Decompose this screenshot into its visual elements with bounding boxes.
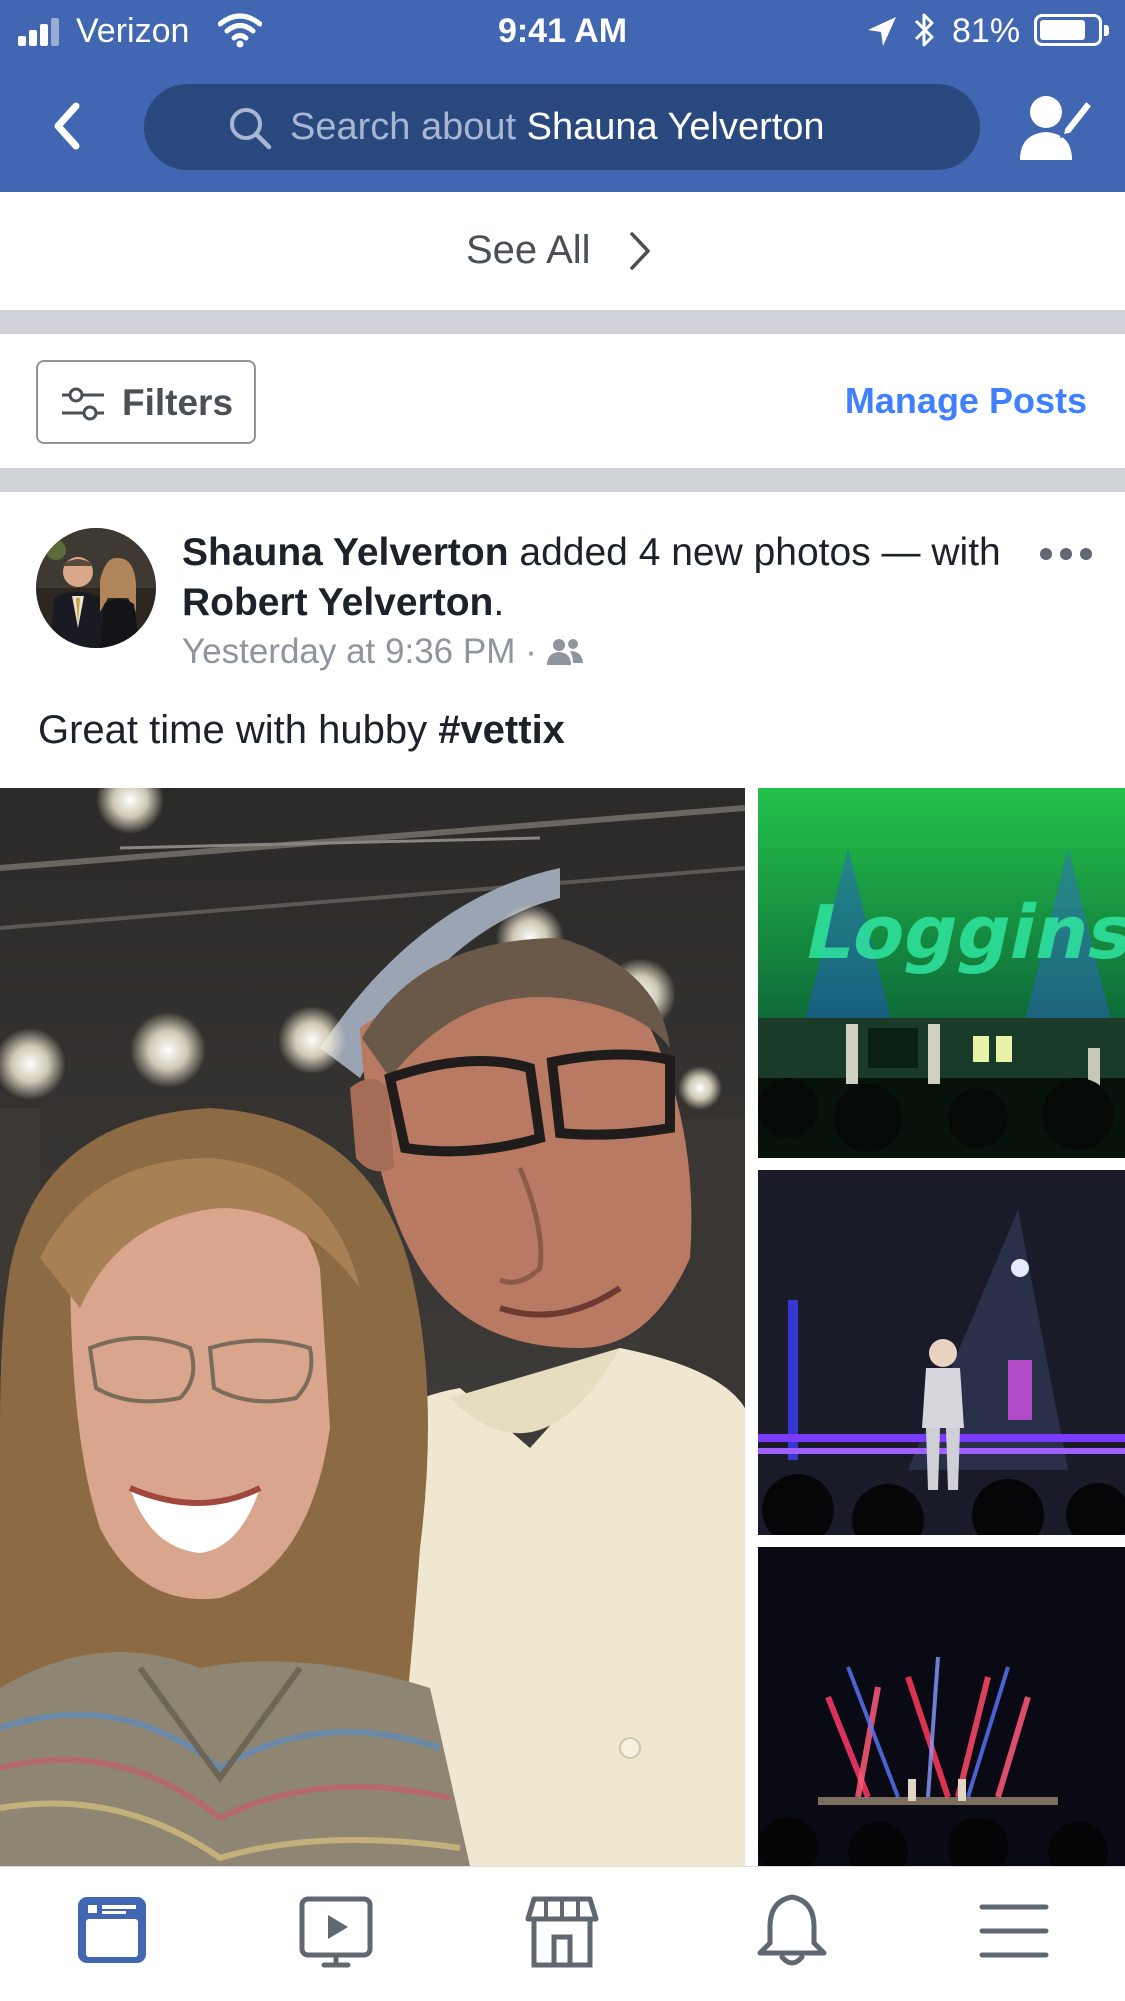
tagged-person[interactable]: Robert Yelverton xyxy=(182,581,493,624)
photo-concert-green-stage[interactable]: Loggins xyxy=(758,788,1125,1158)
edit-profile-icon[interactable] xyxy=(1016,88,1096,168)
filters-button[interactable]: Filters xyxy=(36,360,256,444)
top-header: Verizon 9:41 AM 81% Search about Shauna … xyxy=(0,0,1125,192)
meta-separator: · xyxy=(515,632,547,671)
filters-label: Filters xyxy=(122,382,234,423)
post-text-body: Great time with hubby xyxy=(38,708,439,752)
back-arrow-icon[interactable] xyxy=(44,96,92,156)
news-feed-icon[interactable] xyxy=(72,1891,152,1971)
section-divider xyxy=(0,310,1125,334)
search-profile-name: Shauna Yelverton xyxy=(526,106,825,148)
filters-row: Filters Manage Posts xyxy=(0,334,1125,468)
menu-icon[interactable] xyxy=(974,1891,1054,1971)
battery-icon xyxy=(1034,14,1109,46)
search-icon xyxy=(230,108,272,150)
facebook-profile-search-screen: Verizon 9:41 AM 81% Search about Shauna … xyxy=(0,0,1125,2001)
see-all-label: See All xyxy=(466,228,591,272)
post-header: Shauna Yelverton added 4 new photos — wi… xyxy=(182,528,1012,628)
marketplace-icon[interactable] xyxy=(522,1891,602,1971)
friends-icon xyxy=(547,639,584,665)
manage-posts-link[interactable]: Manage Posts xyxy=(845,380,1087,422)
search-placeholder: Search about xyxy=(290,106,517,148)
post-text: Great time with hubby #vettix xyxy=(38,708,565,753)
post-meta: Yesterday at 9:36 PM · xyxy=(182,632,584,672)
photo-concert-singer[interactable] xyxy=(758,1170,1125,1535)
post-timestamp[interactable]: Yesterday at 9:36 PM xyxy=(182,632,515,671)
post-author[interactable]: Shauna Yelverton xyxy=(182,531,509,574)
section-divider xyxy=(0,468,1125,492)
filter-sliders-icon xyxy=(62,387,104,421)
hashtag-link[interactable]: #vettix xyxy=(438,708,565,752)
search-input[interactable]: Search about Shauna Yelverton xyxy=(144,84,980,170)
bottom-tab-bar xyxy=(0,1866,1125,2001)
battery-percent: 81% xyxy=(952,12,1021,50)
svg-text:Loggins: Loggins xyxy=(798,890,1125,976)
bluetooth-icon xyxy=(914,13,934,47)
header-end-punct: . xyxy=(493,581,505,624)
post-action-text: added 4 new photos — with xyxy=(508,531,1001,574)
chevron-right-icon xyxy=(630,232,650,270)
location-arrow-icon xyxy=(868,17,896,46)
search-text: Search about Shauna Yelverton xyxy=(290,106,825,149)
photo-main-selfie[interactable] xyxy=(0,788,745,1866)
watch-video-icon[interactable] xyxy=(296,1891,376,1971)
see-all-button[interactable]: See All xyxy=(0,192,1125,310)
avatar[interactable] xyxy=(36,528,156,648)
photo-concert-lights[interactable] xyxy=(758,1547,1125,1866)
post-card: Shauna Yelverton added 4 new photos — wi… xyxy=(0,492,1125,1866)
notifications-bell-icon[interactable] xyxy=(752,1891,832,1971)
post-options-button[interactable] xyxy=(1040,540,1096,568)
status-bar: Verizon 9:41 AM 81% xyxy=(0,0,1125,62)
